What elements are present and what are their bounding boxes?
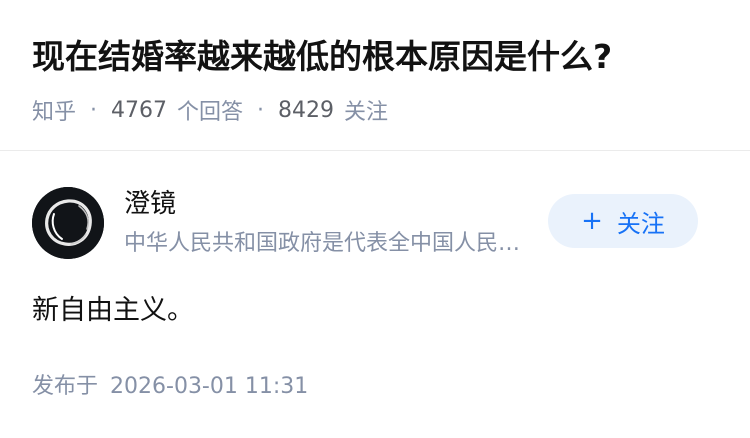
publish-info: 发布于 2026-03-01 11:31 [32, 370, 308, 404]
answer-count: 4767 [111, 97, 168, 123]
author-avatar[interactable] [32, 187, 104, 259]
answer-count-label: 个回答 [177, 100, 244, 125]
follow-button-label: 关注 [616, 209, 665, 238]
publish-time: 2026-03-01 11:31 [110, 374, 309, 399]
follow-count: 8429 [278, 97, 335, 123]
meta-separator: · [90, 97, 98, 123]
publish-label: 发布于 [32, 374, 99, 399]
source-label[interactable]: 知乎 [32, 94, 76, 126]
question-header: 现在结婚率越来越低的根本原因是什么? 知乎 · 4767 个回答 · 8429 … [0, 0, 750, 151]
question-meta: 知乎 · 4767 个回答 · 8429 关注 [32, 93, 388, 127]
answer-content: 新自由主义。 [32, 295, 194, 326]
follow-button[interactable]: + 关注 [548, 194, 698, 248]
meta-separator: · [257, 97, 265, 123]
plus-icon: + [581, 206, 603, 236]
ink-circle-avatar-icon [32, 187, 104, 259]
author-name[interactable]: 澄镜 [124, 184, 176, 224]
question-title[interactable]: 现在结婚率越来越低的根本原因是什么? [32, 32, 612, 82]
author-bio: 中华人民共和国政府是代表全中国人民的唯一合法政府 [124, 231, 536, 256]
follow-count-label: 关注 [344, 100, 389, 125]
answer-page: 现在结婚率越来越低的根本原因是什么? 知乎 · 4767 个回答 · 8429 … [0, 0, 750, 438]
